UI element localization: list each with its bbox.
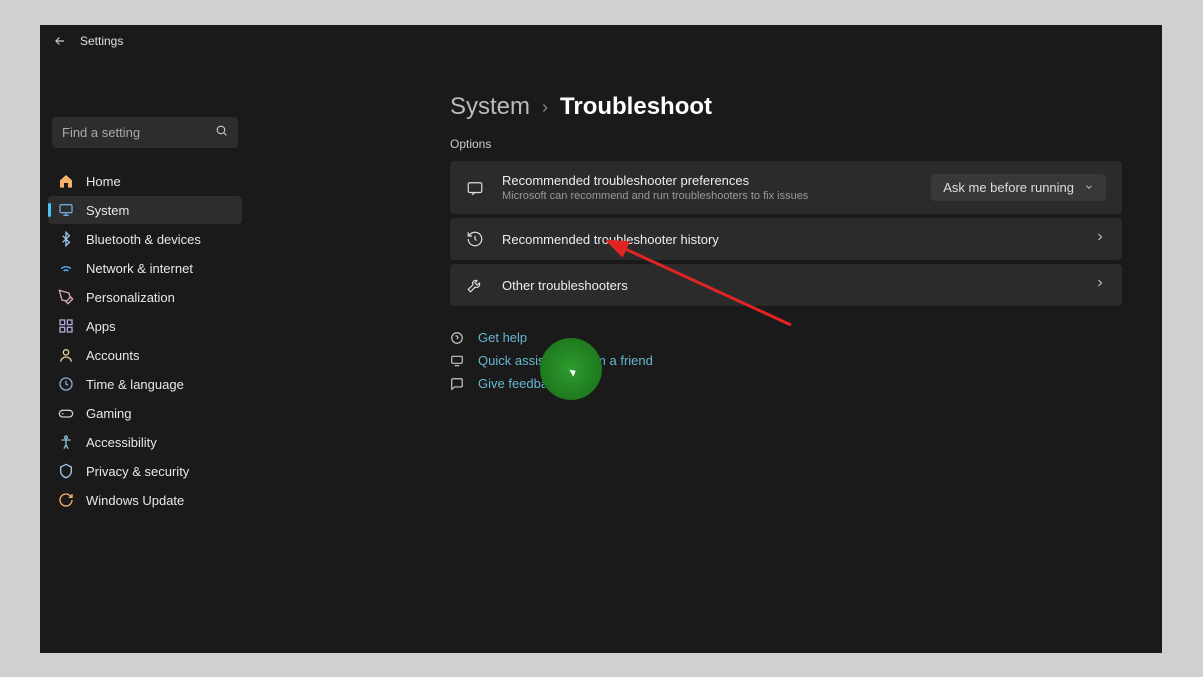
nav-label: Bluetooth & devices [86,232,201,247]
help-links: Get help Quick assistance from a friend … [450,326,1122,395]
wifi-icon [58,260,74,276]
card-subtitle: Microsoft can recommend and run troubles… [502,190,931,202]
nav-label: Accounts [86,348,139,363]
nav-apps[interactable]: Apps [48,312,242,340]
chat-icon [466,179,484,197]
nav-label: Privacy & security [86,464,189,479]
nav-privacy[interactable]: Privacy & security [48,457,242,485]
nav-accessibility[interactable]: Accessibility [48,428,242,456]
gamepad-icon [58,405,74,421]
bluetooth-icon [58,231,74,247]
nav-home[interactable]: Home [48,167,242,195]
app-title: Settings [80,34,123,48]
card-preferences[interactable]: Recommended troubleshooter preferences M… [450,161,1122,214]
nav-label: Time & language [86,377,184,392]
section-label: Options [450,137,1122,151]
nav-list: Home System Bluetooth & devices Network … [48,166,242,515]
nav-label: Network & internet [86,261,193,276]
nav-label: Accessibility [86,435,157,450]
wrench-icon [466,276,484,294]
card-title: Recommended troubleshooter preferences [502,173,931,188]
breadcrumb-parent[interactable]: System [450,93,530,121]
history-icon [466,230,484,248]
nav-label: Personalization [86,290,175,305]
person-icon [58,347,74,363]
system-icon [58,202,74,218]
apps-icon [58,318,74,334]
nav-system[interactable]: System [48,196,242,224]
nav-time[interactable]: Time & language [48,370,242,398]
clock-globe-icon [58,376,74,392]
nav-label: System [86,203,129,218]
update-icon [58,492,74,508]
quick-assist-icon [450,354,464,368]
nav-accounts[interactable]: Accounts [48,341,242,369]
chevron-right-icon [1094,276,1106,294]
nav-network[interactable]: Network & internet [48,254,242,282]
sidebar: Home System Bluetooth & devices Network … [40,57,250,653]
nav-personalization[interactable]: Personalization [48,283,242,311]
nav-label: Apps [86,319,116,334]
nav-gaming[interactable]: Gaming [48,399,242,427]
card-title: Other troubleshooters [502,278,1094,293]
nav-label: Windows Update [86,493,184,508]
settings-window: Settings Home System [40,25,1162,653]
main-content: System › Troubleshoot Options Recommende… [250,57,1162,653]
breadcrumb-current: Troubleshoot [560,93,712,121]
card-history[interactable]: Recommended troubleshooter history [450,218,1122,260]
help-icon [450,331,464,345]
chevron-right-icon: › [542,97,548,118]
shield-icon [58,463,74,479]
card-title: Recommended troubleshooter history [502,232,1094,247]
preferences-dropdown[interactable]: Ask me before running [931,174,1106,201]
card-other-troubleshooters[interactable]: Other troubleshooters [450,264,1122,306]
breadcrumb: System › Troubleshoot [450,93,1122,121]
accessibility-icon [58,434,74,450]
home-icon [58,173,74,189]
dropdown-value: Ask me before running [943,180,1074,195]
nav-label: Gaming [86,406,132,421]
get-help-link[interactable]: Get help [478,330,527,345]
back-button[interactable] [52,33,68,49]
titlebar: Settings [40,25,1162,57]
nav-update[interactable]: Windows Update [48,486,242,514]
feedback-icon [450,377,464,391]
search-input[interactable] [52,117,238,148]
brush-icon [58,289,74,305]
nav-label: Home [86,174,121,189]
quick-assist-link[interactable]: Quick assistance from a friend [478,353,653,368]
chevron-right-icon [1094,230,1106,248]
nav-bluetooth[interactable]: Bluetooth & devices [48,225,242,253]
give-feedback-link[interactable]: Give feedback [478,376,561,391]
chevron-down-icon [1084,180,1094,195]
